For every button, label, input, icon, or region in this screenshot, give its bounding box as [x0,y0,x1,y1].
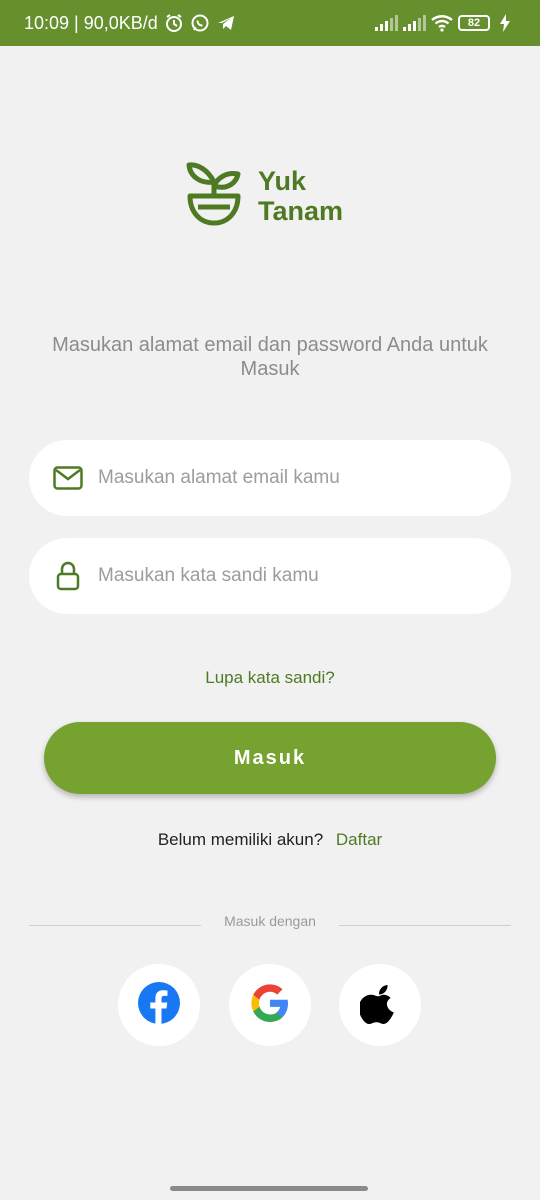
password-field[interactable] [29,538,511,614]
apple-login-button[interactable] [339,964,421,1046]
password-input[interactable] [96,564,480,588]
lock-icon [53,561,83,591]
divider-right [339,925,511,926]
brand-name-line1: Yuk [258,165,307,196]
no-account-text: Belum memiliki akun? [157,830,324,849]
google-login-button[interactable] [229,964,311,1046]
status-bar: 10:09 | 90,0KB/d 82 [0,0,540,46]
telegram-icon [216,13,236,33]
email-input[interactable] [96,466,480,490]
battery-icon: 82 [458,15,490,31]
home-indicator[interactable] [170,1186,368,1191]
battery-level: 82 [467,17,481,29]
register-prompt: Belum memiliki akun? Daftar [0,830,540,850]
email-field[interactable] [29,440,511,516]
signal-icon [402,13,426,33]
envelope-icon [53,463,83,493]
plant-pot-icon [186,160,242,231]
brand-name: Yuk Tanam [258,166,343,226]
whatsapp-icon [190,13,210,33]
login-instruction: Masukan alamat email dan password Anda u… [52,334,488,380]
alarm-icon [164,13,184,33]
social-login-label: Masuk dengan [224,913,316,929]
forgot-password-link[interactable]: Lupa kata sandi? [0,668,540,688]
google-icon [248,981,292,1030]
status-time: 10:09 | 90,0KB/d [24,12,158,33]
facebook-login-button[interactable] [118,964,200,1046]
wifi-icon [430,13,453,33]
apple-icon [358,981,400,1030]
charging-icon [498,13,518,33]
brand-name-line2: Tanam [258,195,344,226]
facebook-icon [137,981,181,1030]
login-button[interactable]: Masuk [44,722,496,794]
register-link[interactable]: Daftar [336,830,382,849]
signal-icon [374,13,398,33]
app-logo: Yuk Tanam [186,160,343,231]
